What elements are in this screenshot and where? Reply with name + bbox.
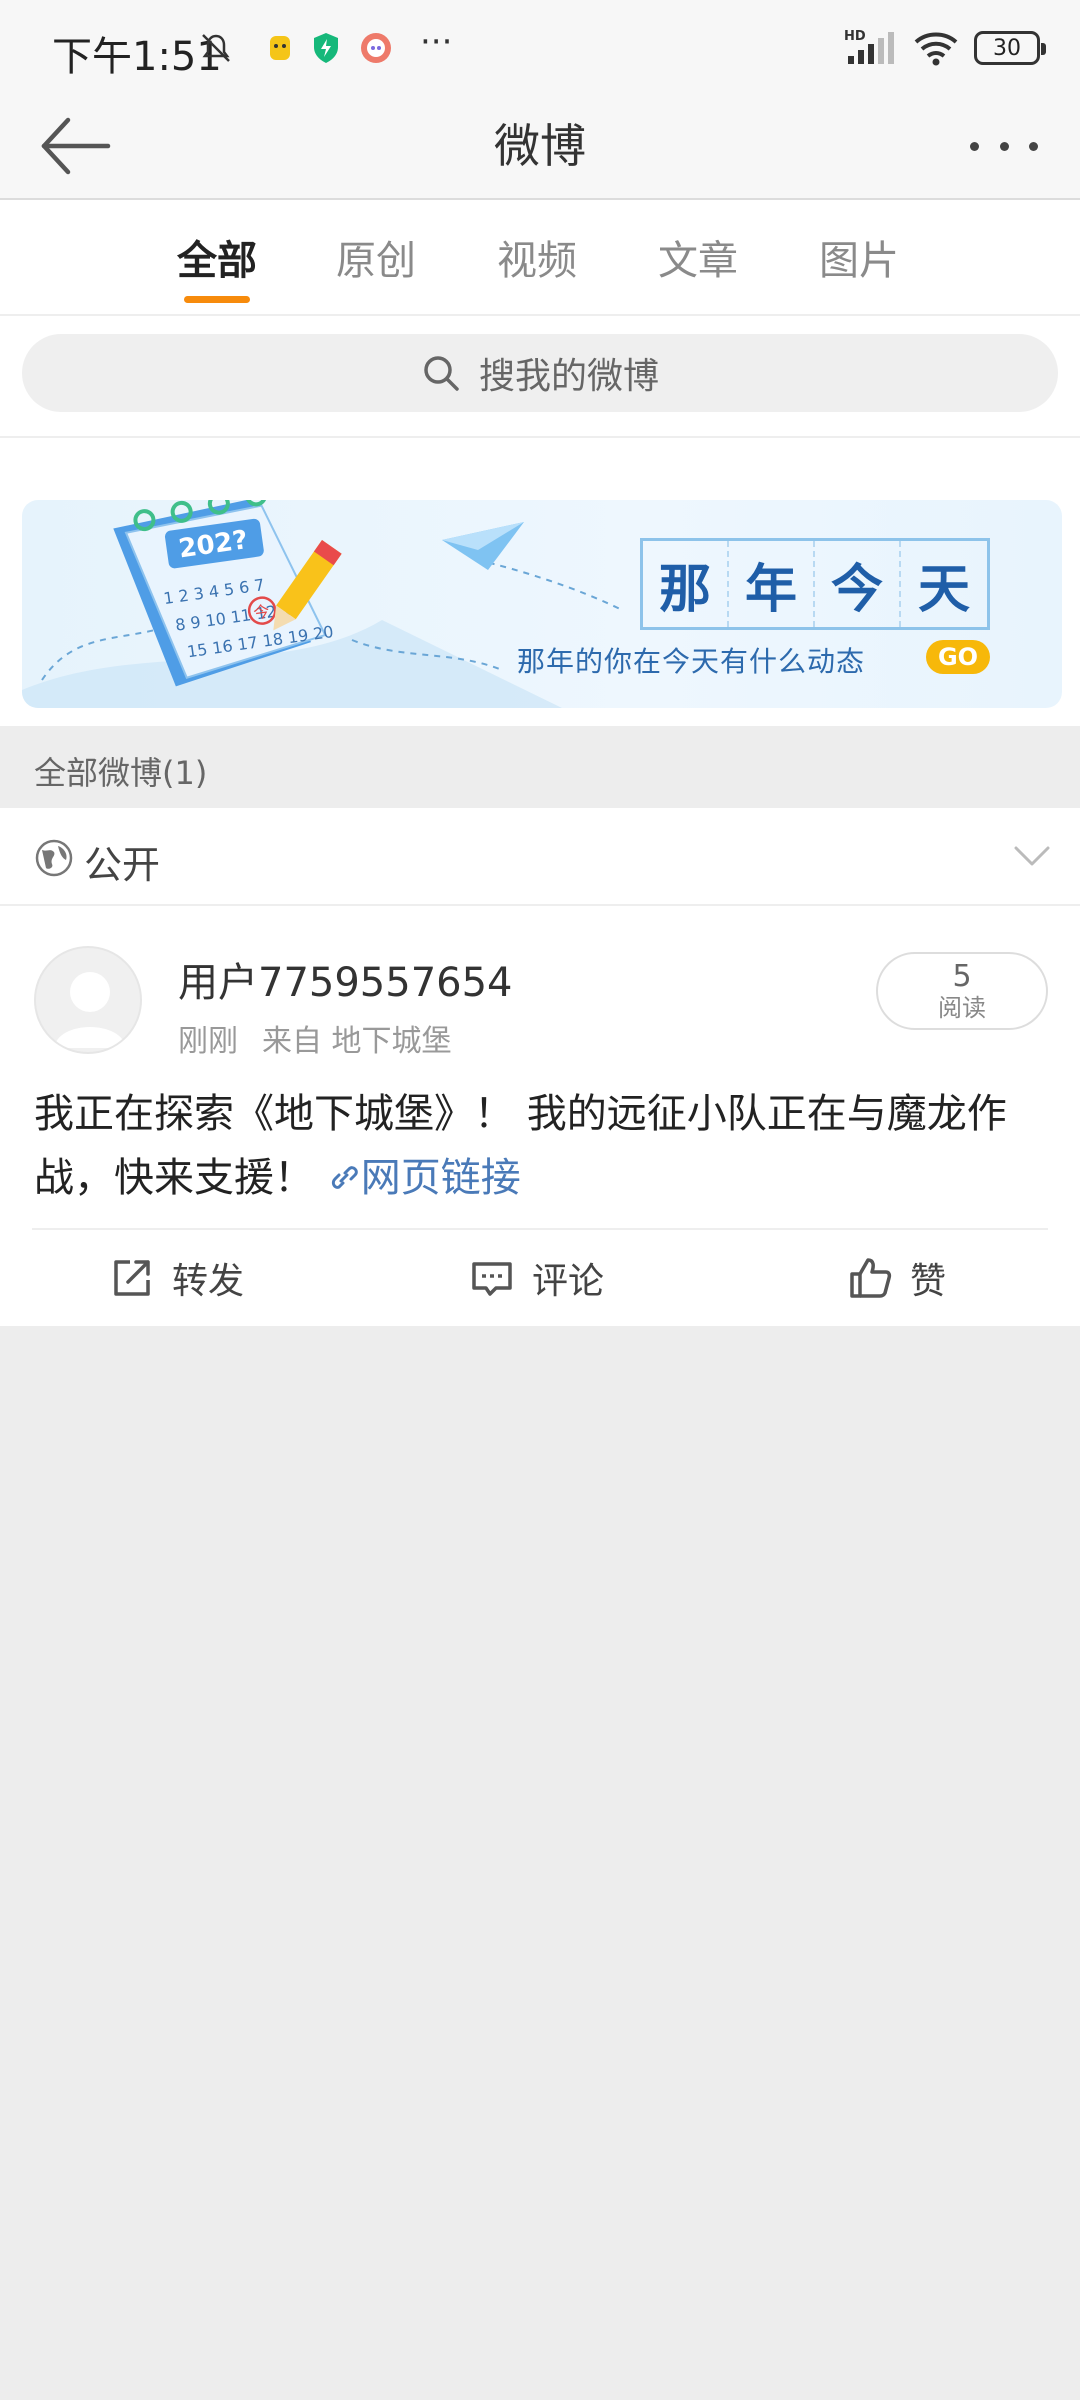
mute-bell-icon: [202, 34, 230, 62]
cellular-signal-icon: HD: [844, 29, 894, 64]
avatar[interactable]: [34, 946, 142, 1054]
comment-icon: [472, 1262, 512, 1296]
chevron-down-icon[interactable]: [1012, 836, 1052, 876]
status-time: 下午1:51: [52, 34, 222, 80]
tab-bar: 全部 原创 视频 文章 图片: [0, 200, 1080, 316]
post-source: 来自 地下城堡: [262, 1024, 452, 1059]
search-icon: [424, 356, 459, 391]
repost-button[interactable]: 转发: [110, 1230, 244, 1326]
wifi-icon: [914, 32, 958, 66]
more-notifications-icon: ···: [420, 22, 453, 62]
tab-all[interactable]: 全部: [147, 228, 287, 286]
post-time: 刚刚: [178, 1024, 238, 1059]
repost-label: 转发: [172, 1261, 245, 1302]
post-card: 用户7759557654 刚刚 来自 地下城堡 5 阅读 我正在探索《地下城堡》…: [0, 906, 1080, 1326]
banner-title-char: 年: [729, 541, 815, 627]
post-username[interactable]: 用户7759557654: [178, 950, 513, 1008]
active-tab-indicator: [184, 296, 250, 303]
repost-icon: [114, 1260, 150, 1296]
banner-go-button[interactable]: GO: [926, 640, 990, 674]
post-actions: 转发 评论 赞: [0, 1230, 1080, 1326]
visibility-filter[interactable]: 公开: [0, 808, 1080, 906]
search-section: 搜我的微博: [0, 316, 1080, 438]
post-meta: 刚刚 来自 地下城堡: [178, 1016, 452, 1060]
banner-title: 那 年 今 天: [640, 538, 990, 630]
post-text: 我正在探索《地下城堡》！ 我的远征小队正在与魔龙作战，快来支援！ 网页链接: [34, 1082, 1054, 1210]
search-placeholder: 搜我的微博: [478, 356, 659, 397]
read-count: 5: [952, 959, 972, 994]
search-input[interactable]: 搜我的微博: [22, 334, 1058, 412]
filter-label: 公开: [84, 843, 161, 887]
tab-image[interactable]: 图片: [789, 228, 929, 286]
tab-video[interactable]: 视频: [467, 228, 607, 286]
shield-icon: [314, 33, 338, 63]
post-link[interactable]: 网页链接: [327, 1155, 521, 1201]
link-icon: [331, 1166, 358, 1189]
calendar-today-mark: 今: [252, 602, 271, 623]
thumbs-up-icon: [850, 1258, 892, 1298]
banner-subtitle: 那年的你在今天有什么动态: [517, 645, 866, 678]
banner-title-char: 天: [917, 558, 970, 620]
status-indicators: HD 30: [844, 28, 1046, 68]
comment-button[interactable]: 评论: [470, 1230, 604, 1326]
read-label: 阅读: [938, 994, 986, 1022]
like-label: 赞: [910, 1261, 947, 1302]
banner-section: 202? 1 2 3 4 5 6 7 8 9 10 11 12 13 15 16…: [0, 438, 1080, 726]
paper-plane-graphic: [442, 522, 524, 570]
game-center-icon: [361, 33, 391, 63]
on-this-day-banner[interactable]: 202? 1 2 3 4 5 6 7 8 9 10 11 12 13 15 16…: [22, 500, 1062, 708]
like-button[interactable]: 赞: [848, 1230, 946, 1326]
read-count-badge: 5 阅读: [876, 952, 1048, 1030]
battery-indicator: 30: [974, 31, 1046, 65]
network-type-label: HD: [844, 29, 866, 44]
comment-label: 评论: [532, 1261, 605, 1302]
default-avatar-icon: [54, 972, 126, 1048]
status-bar: 下午1:51 ··· HD 30: [0, 0, 1080, 96]
tab-original[interactable]: 原创: [306, 228, 446, 286]
tab-article[interactable]: 文章: [628, 228, 768, 286]
section-header-label: 全部微博(1): [34, 754, 208, 792]
globe-icon: [35, 839, 73, 877]
page-title: 微博: [494, 119, 586, 173]
more-dots-icon[interactable]: [964, 118, 1044, 174]
app-notification-icon: [270, 36, 290, 60]
nav-bar: 微博: [0, 96, 1080, 200]
banner-title-char: 今: [815, 541, 901, 627]
post-link-text: 网页链接: [360, 1155, 521, 1201]
section-header: 全部微博(1): [0, 726, 1080, 808]
banner-title-char: 那: [643, 541, 729, 627]
